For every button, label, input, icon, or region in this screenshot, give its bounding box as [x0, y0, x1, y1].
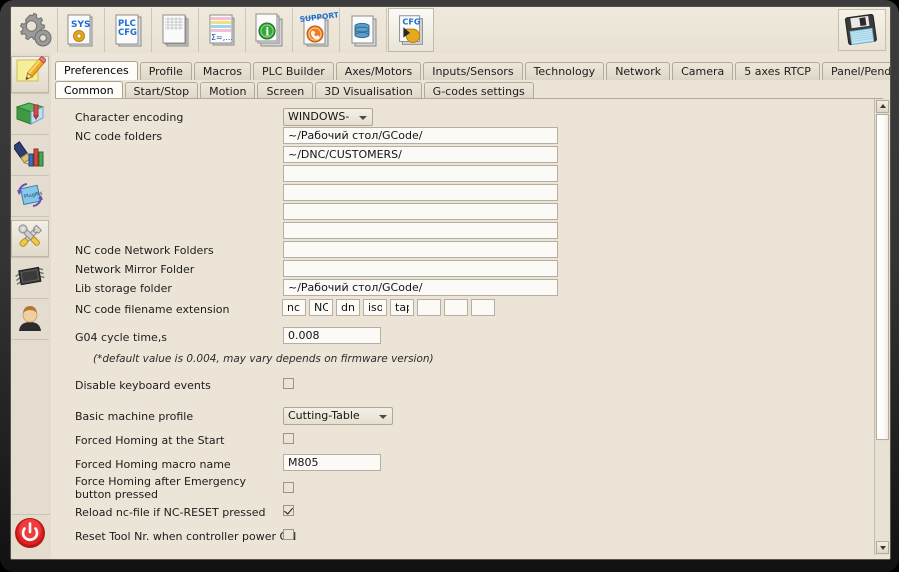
reload-nc-file-checkbox[interactable] [283, 505, 294, 516]
extension-input-6[interactable] [417, 299, 441, 316]
forced-homing-macro-name-input[interactable] [283, 454, 381, 471]
basic-machine-profile-select[interactable]: Cutting-Table [283, 407, 393, 425]
character-encoding-select[interactable]: WINDOWS-1251 [283, 108, 373, 126]
forced-homing-at-start-label: Forced Homing at the Start [75, 434, 224, 447]
window-client-area: SYS PLC CFG [10, 6, 891, 560]
basic-machine-profile-label: Basic machine profile [75, 410, 193, 423]
grid-document-icon-button[interactable] [153, 8, 199, 52]
scroll-up-button[interactable] [876, 100, 889, 113]
secondary-tab-bar: CommonStart/StopMotionScreen3D Visualisa… [55, 81, 536, 99]
power-icon-button[interactable] [12, 514, 50, 555]
tools-wrench-icon-button[interactable] [11, 220, 49, 258]
disable-keyboard-events-checkbox[interactable] [283, 378, 294, 389]
tab-technology[interactable]: Technology [525, 62, 605, 80]
left-navigation-rail: PlugINs [11, 53, 52, 559]
sys-config-icon-button[interactable]: SYS [59, 8, 105, 52]
triangle-down-icon [880, 546, 886, 550]
disable-keyboard-events-label: Disable keyboard events [75, 379, 211, 392]
chevron-down-icon [379, 415, 387, 419]
book-icon-button[interactable] [11, 97, 49, 135]
macro-list-icon-button[interactable]: Σ=,... [200, 8, 246, 52]
save-floppy-icon-button[interactable] [838, 9, 886, 51]
character-encoding-label: Character encoding [75, 111, 183, 124]
diagnostics-chart-icon-button[interactable] [11, 138, 49, 176]
tab-macros[interactable]: Macros [194, 62, 251, 80]
forced-homing-at-start-checkbox[interactable] [283, 433, 294, 444]
extension-input-5[interactable] [390, 299, 414, 316]
scrollbar-thumb[interactable] [876, 114, 889, 440]
cfg-icon-button[interactable]: CFG [388, 8, 434, 52]
svg-text:SYS: SYS [71, 20, 90, 30]
extension-input-7[interactable] [444, 299, 468, 316]
primary-tab-bar: PreferencesProfileMacrosPLC BuilderAxes/… [55, 61, 891, 79]
network-mirror-folder-input[interactable] [283, 260, 558, 277]
extension-input-8[interactable] [471, 299, 495, 316]
reload-nc-file-label: Reload nc-file if NC-RESET pressed [75, 506, 265, 519]
tab-axes-motors[interactable]: Axes/Motors [336, 62, 421, 80]
tab-preferences[interactable]: Preferences [55, 61, 138, 80]
tab-network[interactable]: Network [606, 62, 670, 80]
plc-cfg-icon-button[interactable]: PLC CFG [106, 8, 152, 52]
notes-pencil-icon-button[interactable] [11, 56, 49, 94]
nc-code-folder-input-5[interactable] [283, 203, 558, 220]
force-homing-after-emergency-label: Force Homing after Emergency button pres… [75, 475, 265, 501]
tab-panel-pendant[interactable]: Panel/Pendant [822, 62, 891, 80]
svg-text:i: i [265, 26, 269, 39]
extension-input-3[interactable] [336, 299, 360, 316]
tab-inputs-sensors[interactable]: Inputs/Sensors [423, 62, 522, 80]
extension-input-4[interactable] [363, 299, 387, 316]
network-mirror-folder-label: Network Mirror Folder [75, 263, 194, 276]
nc-code-folder-input-3[interactable] [283, 165, 558, 182]
extension-input-2[interactable] [309, 299, 333, 316]
svg-text:Σ=,...: Σ=,... [211, 33, 233, 42]
vertical-scrollbar[interactable] [874, 99, 890, 555]
nc-code-folder-input-2[interactable] [283, 146, 558, 163]
support-icon-button[interactable]: SUPPORT [294, 8, 340, 52]
nc-code-folder-input-1[interactable] [283, 127, 558, 144]
reset-tool-nr-label: Reset Tool Nr. when controller power ON [75, 530, 296, 543]
tab-5-axes-rtcp[interactable]: 5 axes RTCP [735, 62, 820, 80]
info-icon-button[interactable]: i [247, 8, 293, 52]
user-icon-button[interactable] [11, 302, 49, 340]
gears-icon-button[interactable] [12, 8, 58, 52]
application-window: SYS PLC CFG [0, 0, 899, 572]
scroll-down-button[interactable] [876, 541, 889, 554]
nc-code-folder-input-6[interactable] [283, 222, 558, 239]
extension-input-1[interactable] [282, 299, 306, 316]
basic-machine-profile-value: Cutting-Table [288, 409, 360, 422]
forced-homing-macro-name-label: Forced Homing macro name [75, 458, 231, 471]
force-homing-after-emergency-checkbox[interactable] [283, 482, 294, 493]
reset-tool-nr-checkbox[interactable] [283, 529, 294, 540]
lib-storage-folder-input[interactable] [283, 279, 558, 296]
database-icon-button[interactable] [341, 8, 387, 52]
tab-profile[interactable]: Profile [140, 62, 192, 80]
nc-code-network-folders-input[interactable] [283, 241, 558, 258]
scrollbar-track[interactable] [876, 441, 889, 554]
tab-plc-builder[interactable]: PLC Builder [253, 62, 334, 80]
plugin-icon-button[interactable]: PlugINs [11, 179, 49, 217]
triangle-up-icon [880, 104, 886, 108]
chip-icon-button[interactable] [11, 261, 49, 299]
nc-code-folder-input-4[interactable] [283, 184, 558, 201]
nc-code-folders-label: NC code folders [75, 130, 162, 143]
common-settings-form: Character encoding WINDOWS-1251 NC code … [55, 99, 870, 555]
g04-cycle-time-input[interactable] [283, 327, 381, 344]
lib-storage-folder-label: Lib storage folder [75, 282, 172, 295]
preferences-content-panel: PreferencesProfileMacrosPLC BuilderAxes/… [51, 53, 890, 559]
svg-text:CFG: CFG [118, 28, 137, 38]
nc-code-filename-extension-label: NC code filename extension [75, 303, 230, 316]
tab-camera[interactable]: Camera [672, 62, 733, 80]
svg-text:CFG: CFG [402, 16, 420, 26]
main-toolbar: SYS PLC CFG [11, 7, 890, 54]
chevron-down-icon [359, 116, 367, 120]
nc-code-network-folders-label: NC code Network Folders [75, 244, 214, 257]
g04-cycle-time-note: (*default value is 0.004, may vary depen… [93, 353, 434, 365]
g04-cycle-time-label: G04 cycle time,s [75, 331, 167, 344]
